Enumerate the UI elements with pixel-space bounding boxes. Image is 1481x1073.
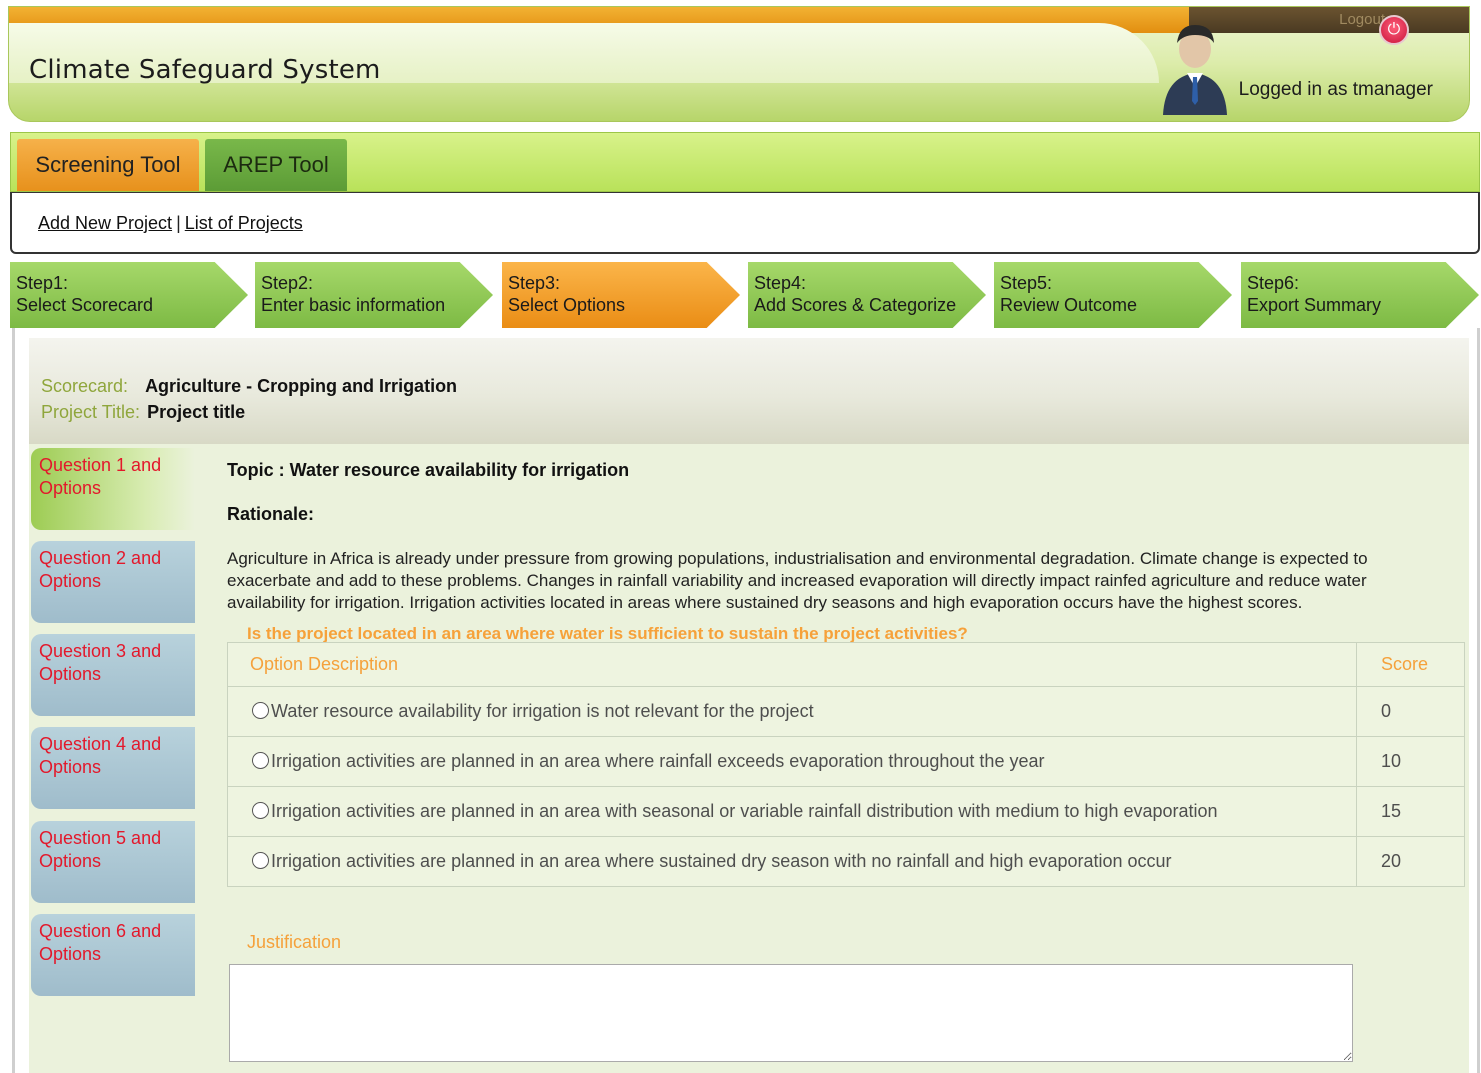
question-tab-6[interactable]: Question 6 and Options bbox=[31, 914, 195, 996]
step-subtitle: Select Scorecard bbox=[16, 295, 154, 315]
question-topic: Topic : Water resource availability for … bbox=[227, 460, 630, 480]
tab-screening-tool[interactable]: Screening Tool bbox=[17, 139, 199, 191]
option-description: Irrigation activities are planned in an … bbox=[271, 751, 1045, 771]
tab-arep-tool[interactable]: AREP Tool bbox=[205, 139, 347, 191]
question-prompt: Is the project located in an area where … bbox=[247, 624, 968, 643]
option-score: 20 bbox=[1356, 836, 1465, 887]
step-1[interactable]: Step1: Select Scorecard bbox=[10, 262, 248, 328]
user-avatar-icon bbox=[1163, 25, 1227, 115]
step-title: Step6: bbox=[1247, 273, 1300, 293]
step-title: Step1: bbox=[16, 273, 69, 293]
step-subtitle: Enter basic information bbox=[261, 295, 446, 315]
step-6[interactable]: Step6: Export Summary bbox=[1241, 262, 1479, 328]
step-3[interactable]: Step3: Select Options bbox=[502, 262, 740, 328]
table-row[interactable]: Irrigation activities are planned in an … bbox=[227, 736, 1465, 787]
logout-bar: Logout ⏻ bbox=[1189, 7, 1469, 45]
power-icon[interactable]: ⏻ bbox=[1379, 15, 1409, 45]
logged-in-text: Logged in as tmanager bbox=[1238, 79, 1433, 100]
option-score: 0 bbox=[1356, 686, 1465, 737]
project-info-bar: Scorecard: Agriculture - Cropping and Ir… bbox=[29, 338, 1469, 444]
content-frame: Scorecard: Agriculture - Cropping and Ir… bbox=[12, 328, 1480, 1073]
question-tab-5[interactable]: Question 5 and Options bbox=[31, 821, 195, 903]
question-tab-2[interactable]: Question 2 and Options bbox=[31, 541, 195, 623]
project-title-label: Project Title: bbox=[41, 402, 141, 422]
step-subtitle: Add Scores & Categorize bbox=[754, 295, 957, 315]
option-score: 15 bbox=[1356, 786, 1465, 837]
option-description: Water resource availability for irrigati… bbox=[271, 701, 814, 721]
score-header: Score bbox=[1356, 642, 1465, 687]
options-table: Option Description Score Water resource … bbox=[227, 642, 1465, 887]
option-score: 10 bbox=[1356, 736, 1465, 787]
list-of-projects-link[interactable]: List of Projects bbox=[185, 213, 303, 233]
question-tab-4[interactable]: Question 4 and Options bbox=[31, 727, 195, 809]
question-panel: Question 1 and Options Question 2 and Op… bbox=[29, 444, 1469, 1073]
option-description: Irrigation activities are planned in an … bbox=[271, 801, 1218, 821]
rationale-heading: Rationale: bbox=[227, 504, 315, 524]
step-title: Step5: bbox=[1000, 273, 1053, 293]
step-4[interactable]: Step4: Add Scores & Categorize bbox=[748, 262, 986, 328]
step-subtitle: Review Outcome bbox=[1000, 295, 1138, 315]
app-title: Climate Safeguard System bbox=[29, 55, 381, 85]
step-5[interactable]: Step5: Review Outcome bbox=[994, 262, 1232, 328]
scorecard-label: Scorecard: bbox=[41, 376, 129, 396]
rationale-text: Agriculture in Africa is already under p… bbox=[227, 549, 1368, 612]
step-title: Step4: bbox=[754, 273, 807, 293]
justification-label: Justification bbox=[247, 932, 342, 952]
table-row[interactable]: Irrigation activities are planned in an … bbox=[227, 836, 1465, 887]
project-title-value: Project title bbox=[147, 402, 246, 422]
question-tab-3[interactable]: Question 3 and Options bbox=[31, 634, 195, 716]
table-row[interactable]: Irrigation activities are planned in an … bbox=[227, 786, 1465, 837]
option-description: Irrigation activities are planned in an … bbox=[271, 851, 1172, 871]
step-title: Step2: bbox=[261, 273, 314, 293]
option-description-header: Option Description bbox=[227, 642, 1357, 687]
justification-field[interactable] bbox=[229, 964, 1353, 1062]
radio-button-icon[interactable] bbox=[252, 752, 269, 769]
radio-button-icon[interactable] bbox=[252, 852, 269, 869]
question-tab-1[interactable]: Question 1 and Options bbox=[31, 448, 195, 530]
step-title: Step3: bbox=[508, 273, 561, 293]
step-subtitle: Select Options bbox=[508, 295, 626, 315]
step-2[interactable]: Step2: Enter basic information bbox=[255, 262, 493, 328]
scorecard-value: Agriculture - Cropping and Irrigation bbox=[145, 376, 458, 396]
app-header: Climate Safeguard System Logout ⏻ Logged… bbox=[8, 6, 1470, 122]
link-separator: | bbox=[176, 213, 181, 233]
logout-link[interactable]: Logout bbox=[1339, 11, 1385, 28]
add-new-project-link[interactable]: Add New Project bbox=[38, 213, 172, 233]
radio-button-icon[interactable] bbox=[252, 702, 269, 719]
step-subtitle: Export Summary bbox=[1247, 295, 1382, 315]
wizard-steps: Step1: Select Scorecard Step2: Enter bas… bbox=[10, 262, 1480, 328]
radio-button-icon[interactable] bbox=[252, 802, 269, 819]
table-row[interactable]: Water resource availability for irrigati… bbox=[227, 686, 1465, 737]
table-header-row: Option Description Score bbox=[227, 642, 1465, 687]
sub-links-bar: Add New Project | List of Projects bbox=[10, 192, 1480, 254]
tool-tabs: Screening Tool AREP Tool bbox=[10, 132, 1480, 192]
